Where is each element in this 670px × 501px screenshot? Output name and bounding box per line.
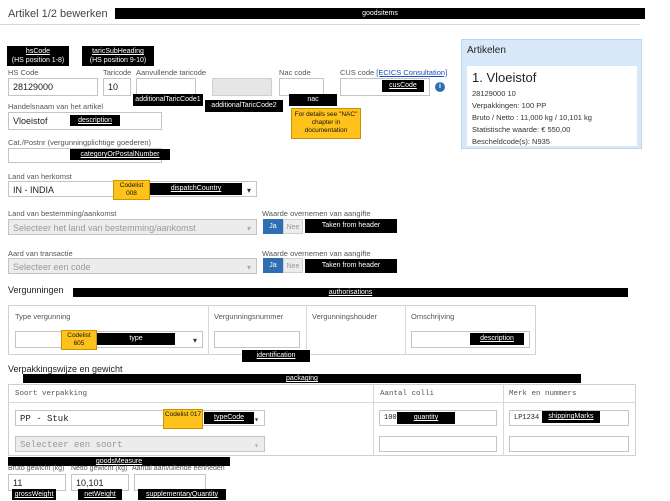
taken-from-header-tag-2: Taken from header	[305, 259, 397, 273]
bestemming-label: Land van bestemming/aankomst	[8, 209, 117, 218]
col-type-vergunning: Type vergunning	[15, 312, 71, 321]
col-divider	[503, 384, 504, 456]
additional-taric-code-1-tag: additionalTaricCode1	[133, 94, 203, 106]
artikelen-heading: Artikelen	[467, 45, 506, 56]
taricsubheading-tag: taricSubHeading (HS position 9-10)	[82, 46, 154, 66]
col-divider	[373, 384, 374, 456]
col-vergunningshouder: Vergunningshouder	[312, 312, 378, 321]
artikel-line-1: 28129000 10	[472, 89, 516, 98]
hs-code-label: HS Code	[8, 68, 39, 77]
codelist-017-note: Codelist 017	[163, 409, 203, 429]
taken-from-header-tag-1: Taken from header	[305, 219, 397, 233]
table-header-divider	[8, 402, 636, 403]
herkomst-label: Land van herkomst	[8, 172, 72, 181]
nee-option[interactable]: Nee	[283, 219, 303, 234]
bruto-gewicht-label: Bruto gewicht (kg)	[8, 465, 65, 472]
cus-code-label: CUS code [ECICS Consultation]	[340, 68, 448, 77]
header-divider	[0, 24, 640, 25]
net-weight-tag: netWeight	[78, 489, 122, 500]
col-soort-verpakking: Soort verpakking	[15, 390, 88, 398]
merk-en-nummers-input-2[interactable]	[509, 436, 629, 452]
verpakking-heading: Verpakkingswijze en gewicht	[8, 364, 123, 374]
supplementary-quantity-tag: supplementaryQuantity	[138, 489, 226, 500]
type-tag: type	[97, 333, 175, 345]
vergunningsnummer-input[interactable]	[214, 331, 300, 348]
taric-code-label: Taricode	[103, 68, 132, 77]
aantal-colli-input-2[interactable]	[379, 436, 497, 452]
hscode-tag: hsCode (HS position 1-8)	[7, 46, 69, 66]
col-divider	[306, 305, 307, 355]
artikel-line-5: Bescheldcode(s): N935	[472, 137, 550, 146]
quantity-tag: quantity	[397, 412, 455, 424]
waarde-toggle-2[interactable]: Ja Nee	[263, 258, 303, 273]
goodsitems-tag: goodsitems	[115, 8, 645, 19]
nac-code-label: Nac code	[279, 68, 311, 77]
hs-code-input[interactable]: 28129000	[8, 78, 98, 96]
identification-tag: identification	[242, 350, 310, 362]
aard-label: Aard van transactie	[8, 249, 73, 258]
col-merk-en-nummers: Merk en nummers	[509, 390, 577, 398]
netto-gewicht-label: Netto gewicht (kg)	[71, 465, 128, 472]
bestemming-select[interactable]: Selecteer het land van bestemming/aankom…	[8, 219, 257, 235]
authorisation-description-tag: description	[470, 333, 524, 345]
ja-option[interactable]: Ja	[263, 258, 283, 273]
artikel-title: 1. Vloeistof	[472, 70, 537, 85]
aanvullende-eenheden-label: Aantal aanvullende eenheden	[132, 465, 225, 472]
col-divider	[405, 305, 406, 355]
description-tag: description	[70, 115, 120, 126]
packaging-tag: packaging	[23, 374, 581, 383]
page-title: Artikel 1/2 bewerken	[8, 8, 108, 20]
artikel-line-4: Statistische waarde: € 550,00	[472, 125, 571, 134]
col-divider	[208, 305, 209, 355]
codelist-605-note: Codelist 605	[61, 330, 97, 350]
soort-verpakking-select-2[interactable]: Selecteer een soort	[15, 436, 265, 452]
shipping-marks-tag: shippingMarks	[542, 411, 600, 423]
nee-option[interactable]: Nee	[283, 258, 303, 273]
col-aantal-colli: Aantal colli	[380, 390, 435, 398]
waarde-overnemen-label-2: Waarde overnemen van aangifte	[262, 249, 371, 258]
dispatch-country-tag: dispatchCountry	[150, 183, 242, 195]
nac-note: For details see "NAC" chapter in documen…	[291, 108, 361, 139]
authorisations-tag: authorisations	[73, 288, 628, 297]
nac-tag: nac	[289, 94, 337, 106]
type-code-tag: typeCode	[204, 412, 254, 424]
ecics-consultation-link[interactable]: [ECICS Consultation]	[376, 68, 447, 77]
aanvullende-taricode-label: Aanvullende taricode	[136, 68, 207, 77]
col-vergunningsnummer: Vergunningsnummer	[214, 312, 284, 321]
category-or-postal-number-tag: categoryOrPostalNumber	[70, 149, 170, 160]
waarde-overnemen-label-1: Waarde overnemen van aangifte	[262, 209, 371, 218]
cus-code-tag: cusCode	[382, 80, 424, 92]
artikel-line-2: Verpakkingen: 100 PP	[472, 101, 547, 110]
cat-postnr-label: Cat./Postnr (vergunningplichtige goedere…	[8, 138, 152, 147]
additional-taric-code-2-tag: additionalTaricCode2	[205, 100, 283, 112]
aard-select[interactable]: Selecteer een code	[8, 258, 257, 274]
ja-option[interactable]: Ja	[263, 219, 283, 234]
artikel-line-3: Bruto / Netto : 11,000 kg / 10,101 kg	[472, 113, 592, 122]
additional-taric-code-2-input[interactable]	[212, 78, 272, 96]
vergunningen-heading: Vergunningen	[8, 285, 64, 295]
col-omschrijving: Omschrijving	[411, 312, 455, 321]
handelsnaam-label: Handelsnaam van het artikel	[8, 102, 104, 111]
waarde-toggle-1[interactable]: Ja Nee	[263, 219, 303, 234]
gross-weight-tag: grossWeight	[12, 489, 56, 500]
info-icon[interactable]: i	[435, 82, 445, 92]
codelist-008-note: Codelist 008	[113, 180, 150, 200]
taric-code-input[interactable]: 10	[103, 78, 131, 96]
